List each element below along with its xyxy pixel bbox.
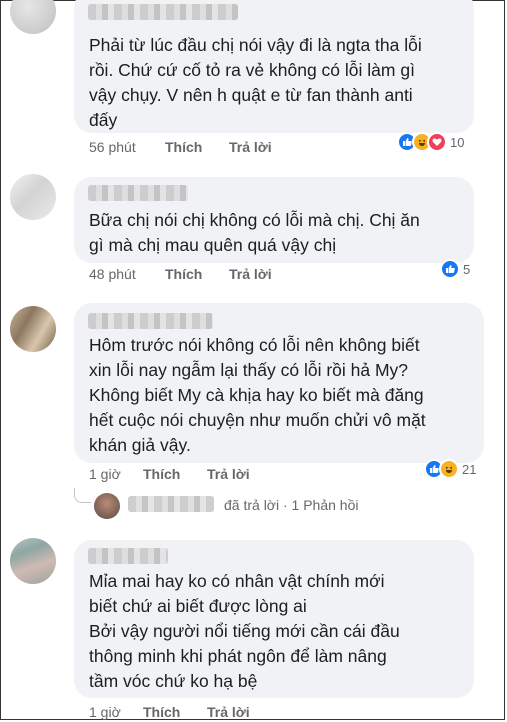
view-replies-link[interactable]: đã trả lời · 1 Phản hồi xyxy=(224,497,359,513)
reaction-count: 10 xyxy=(450,134,465,150)
avatar[interactable] xyxy=(10,306,56,352)
comment-line: gì mà chị mau quên quá vậy chị xyxy=(89,235,337,255)
reply-count: 1 Phản hồi xyxy=(291,497,359,513)
comment-line: thông minh khi phát ngôn để làm nâng xyxy=(89,646,387,666)
comment-line: tầm vóc chứ ko hạ bệ xyxy=(89,671,258,691)
love-reaction-icon xyxy=(427,132,447,152)
commenter-name[interactable] xyxy=(88,313,213,329)
comment-line: Không biết My cà khịa hay ko biết mà đăn… xyxy=(89,385,424,405)
comment-line: Bữa chị nói chị không có lỗi mà chị. Chị… xyxy=(89,210,420,230)
comment-line: biết chứ ai biết được lòng ai xyxy=(89,596,307,616)
comment-line: rồi. Chứ cứ cố tỏ ra vẻ không có lỗi làm… xyxy=(89,60,415,80)
reply-button[interactable]: Trả lời xyxy=(229,139,272,155)
like-button[interactable]: Thích xyxy=(165,266,202,282)
comment-line: xin lỗi nay ngẫm lại thấy có lỗi rồi hả … xyxy=(89,360,409,380)
comment-text: Hôm trước nói không có lỗi nên không biế… xyxy=(89,333,426,458)
commenter-name[interactable] xyxy=(88,548,168,564)
reaction-count: 21 xyxy=(462,461,477,477)
comment-timestamp[interactable]: 1 giờ xyxy=(89,704,121,720)
reply-thread-connector xyxy=(74,488,91,503)
comment-line: hết cuộc nói chuyện như muốn chửi vô mặt xyxy=(89,410,426,430)
comment-text: Bữa chị nói chị không có lỗi mà chị. Chị… xyxy=(89,208,420,258)
comment-line: Phải từ lúc đầu chị nói vậy đi là ngta t… xyxy=(89,35,422,55)
like-button[interactable]: Thích xyxy=(143,466,180,482)
comment-text: Phải từ lúc đầu chị nói vậy đi là ngta t… xyxy=(89,33,422,133)
comment-timestamp[interactable]: 48 phút xyxy=(89,266,136,282)
reaction-summary[interactable]: 21 xyxy=(424,458,476,480)
reaction-summary[interactable]: 10 xyxy=(397,131,464,153)
comment-timestamp[interactable]: 56 phút xyxy=(89,139,136,155)
avatar[interactable] xyxy=(10,538,56,584)
comment-actions: 1 giờ Thích Trả lời xyxy=(89,466,389,484)
comment-line: Hôm trước nói không có lỗi nên không biế… xyxy=(89,335,420,355)
commenter-name[interactable] xyxy=(88,185,188,201)
reply-avatar[interactable] xyxy=(94,493,120,519)
reply-button[interactable]: Trả lời xyxy=(207,466,250,482)
replied-text: đã trả lời xyxy=(224,497,280,513)
like-button[interactable]: Thích xyxy=(165,139,202,155)
like-button[interactable]: Thích xyxy=(143,704,180,720)
commenter-name[interactable] xyxy=(88,4,238,20)
reply-author-name[interactable] xyxy=(128,496,214,512)
reply-button[interactable]: Trả lời xyxy=(229,266,272,282)
comment-line: vậy chụy. V nên h quật e từ fan thành an… xyxy=(89,85,413,105)
avatar[interactable] xyxy=(10,174,56,220)
comment-line: khán giả vậy. xyxy=(89,435,191,455)
reply-button[interactable]: Trả lời xyxy=(207,704,250,720)
separator-dot: · xyxy=(282,497,288,513)
comment-actions: 1 giờ Thích Trả lời xyxy=(89,704,389,722)
comment-line: Bởi vậy người nổi tiếng mới cần cái đầu xyxy=(89,621,400,641)
like-reaction-icon xyxy=(440,259,460,279)
comment-text: Mỉa mai hay ko có nhân vật chính mới biế… xyxy=(89,569,400,694)
comment-actions: 56 phút Thích Trả lời xyxy=(89,139,389,157)
haha-reaction-icon xyxy=(439,459,459,479)
comment-line: Mỉa mai hay ko có nhân vật chính mới xyxy=(89,571,385,591)
reaction-count: 5 xyxy=(463,261,471,277)
comment-line: đấy xyxy=(89,110,118,130)
reaction-summary[interactable]: 5 xyxy=(440,258,470,280)
comment-actions: 48 phút Thích Trả lời xyxy=(89,266,389,284)
comment-timestamp[interactable]: 1 giờ xyxy=(89,466,121,482)
